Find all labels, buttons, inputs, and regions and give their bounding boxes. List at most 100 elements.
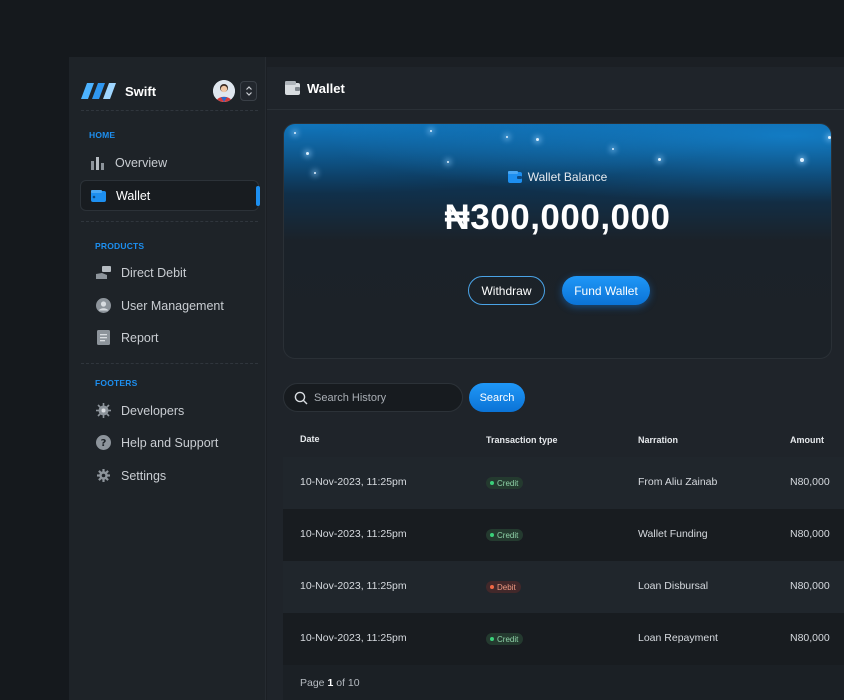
pagination[interactable]: Page 1 of 10: [300, 677, 360, 689]
cell-amount: N80,000: [790, 632, 830, 644]
table-row[interactable]: 10-Nov-2023, 11:25pm Debit Loan Disbursa…: [283, 561, 844, 613]
search-button[interactable]: Search: [469, 383, 525, 412]
pagination-prefix: Page: [300, 677, 325, 689]
badge-label: Credit: [497, 478, 519, 488]
table-row[interactable]: 10-Nov-2023, 11:25pm Credit Loan Repayme…: [283, 613, 844, 665]
user-avatar-icon: [213, 80, 235, 102]
sidebar-item-overview[interactable]: Overview: [80, 147, 259, 178]
cell-narration: Wallet Funding: [638, 528, 708, 540]
column-header-transaction-type[interactable]: Transaction type: [486, 435, 558, 445]
sparkle: [306, 152, 309, 155]
main-content: Wallet Wallet Balance ₦300,000,000 Withd…: [267, 67, 844, 700]
cell-amount: N80,000: [790, 580, 830, 592]
cell-amount: N80,000: [790, 476, 830, 488]
section-label-home: HOME: [89, 130, 116, 140]
bar-chart-icon: [89, 155, 105, 171]
withdraw-button[interactable]: Withdraw: [468, 276, 545, 305]
badge-label: Credit: [497, 634, 519, 644]
brand[interactable]: Swift: [81, 79, 156, 103]
search-icon: [294, 391, 308, 404]
column-header-narration[interactable]: Narration: [638, 435, 678, 445]
sidebar-item-help-and-support[interactable]: ? Help and Support: [86, 427, 265, 458]
help-icon: ?: [95, 435, 111, 451]
sparkle: [536, 138, 539, 141]
divider: [81, 110, 258, 111]
cell-amount: N80,000: [790, 528, 830, 540]
swift-logo-icon: [81, 83, 116, 99]
page-header: Wallet: [267, 67, 844, 110]
divider: [81, 363, 258, 364]
status-badge: Credit: [486, 633, 524, 645]
status-badge: Credit: [486, 529, 524, 541]
fund-wallet-button[interactable]: Fund Wallet: [562, 276, 650, 305]
table-row[interactable]: 10-Nov-2023, 11:25pm Credit Wallet Fundi…: [283, 509, 844, 561]
sidebar-item-label: Report: [121, 330, 159, 345]
section-label-products: PRODUCTS: [95, 241, 145, 251]
sparkle: [294, 132, 296, 134]
sidebar-item-label: Wallet: [116, 188, 151, 203]
wallet-balance-title: Wallet Balance: [527, 170, 608, 184]
app-window: Swift HOME Overview Wallet PRODUCTS Dire…: [69, 57, 844, 700]
card-hand-icon: [95, 265, 111, 281]
sidebar-item-developers[interactable]: Developers: [86, 395, 265, 426]
active-indicator: [256, 186, 260, 206]
wallet-balance-amount: ₦300,000,000: [444, 198, 671, 237]
pagination-of: of: [336, 677, 345, 689]
cell-date: 10-Nov-2023, 11:25pm: [300, 528, 407, 540]
cell-narration: Loan Repayment: [638, 632, 718, 644]
svg-text:?: ?: [100, 438, 106, 449]
document-icon: [95, 330, 111, 346]
column-header-date[interactable]: Date: [300, 434, 320, 444]
sparkle: [612, 148, 614, 150]
sparkle: [430, 130, 432, 132]
gear-chip-icon: [95, 403, 111, 419]
user-icon: [95, 298, 111, 314]
wallet-balance-card: Wallet Balance ₦300,000,000 Withdraw Fun…: [283, 123, 832, 359]
sidebar-item-label: Overview: [115, 155, 168, 170]
column-header-amount[interactable]: Amount: [790, 435, 824, 445]
status-dot: [490, 585, 494, 589]
sidebar-item-settings[interactable]: Settings: [86, 460, 265, 491]
chevron-up-down-icon: [245, 86, 252, 96]
pagination-total: 10: [347, 677, 360, 689]
sidebar-item-user-management[interactable]: User Management: [86, 290, 265, 321]
sidebar-item-label: Settings: [121, 468, 167, 483]
table-row[interactable]: 10-Nov-2023, 11:25pm Credit From Aliu Za…: [283, 457, 844, 509]
pagination-current: 1: [327, 677, 334, 689]
transaction-history-table: Date Transaction type Narration Amount 1…: [283, 423, 844, 700]
badge-label: Credit: [497, 530, 519, 540]
sidebar: Swift HOME Overview Wallet PRODUCTS Dire…: [69, 57, 266, 700]
sparkle: [506, 136, 508, 138]
table-header: Date Transaction type Narration Amount: [283, 423, 844, 457]
wallet-icon: [285, 81, 300, 95]
status-dot: [490, 481, 494, 485]
sidebar-item-direct-debit[interactable]: Direct Debit: [86, 257, 265, 288]
sidebar-item-report[interactable]: Report: [86, 322, 265, 353]
sparkle: [828, 136, 831, 139]
sparkle: [447, 161, 449, 163]
divider: [81, 221, 258, 222]
wallet-icon: [90, 188, 106, 204]
avatar[interactable]: [213, 80, 235, 102]
sidebar-item-label: User Management: [121, 298, 224, 313]
cell-date: 10-Nov-2023, 11:25pm: [300, 632, 407, 644]
search-history-field[interactable]: [283, 383, 463, 412]
sidebar-item-wallet[interactable]: Wallet: [80, 180, 260, 211]
wallet-balance-label: Wallet Balance: [284, 170, 831, 184]
status-badge: Debit: [486, 581, 521, 593]
badge-label: Debit: [497, 582, 516, 592]
search-input[interactable]: [314, 391, 454, 404]
cell-date: 10-Nov-2023, 11:25pm: [300, 580, 407, 592]
sidebar-item-label: Direct Debit: [121, 265, 187, 280]
brand-name: Swift: [125, 83, 157, 99]
account-switcher[interactable]: [240, 81, 257, 101]
page-title: Wallet: [307, 80, 345, 96]
settings-icon: [95, 468, 111, 484]
sparkle: [658, 158, 661, 161]
cell-narration: Loan Disbursal: [638, 580, 709, 592]
status-dot: [490, 637, 494, 641]
section-label-footers: FOOTERS: [95, 378, 138, 388]
cell-narration: From Aliu Zainab: [638, 476, 718, 488]
status-badge: Credit: [486, 477, 524, 489]
status-dot: [490, 533, 494, 537]
